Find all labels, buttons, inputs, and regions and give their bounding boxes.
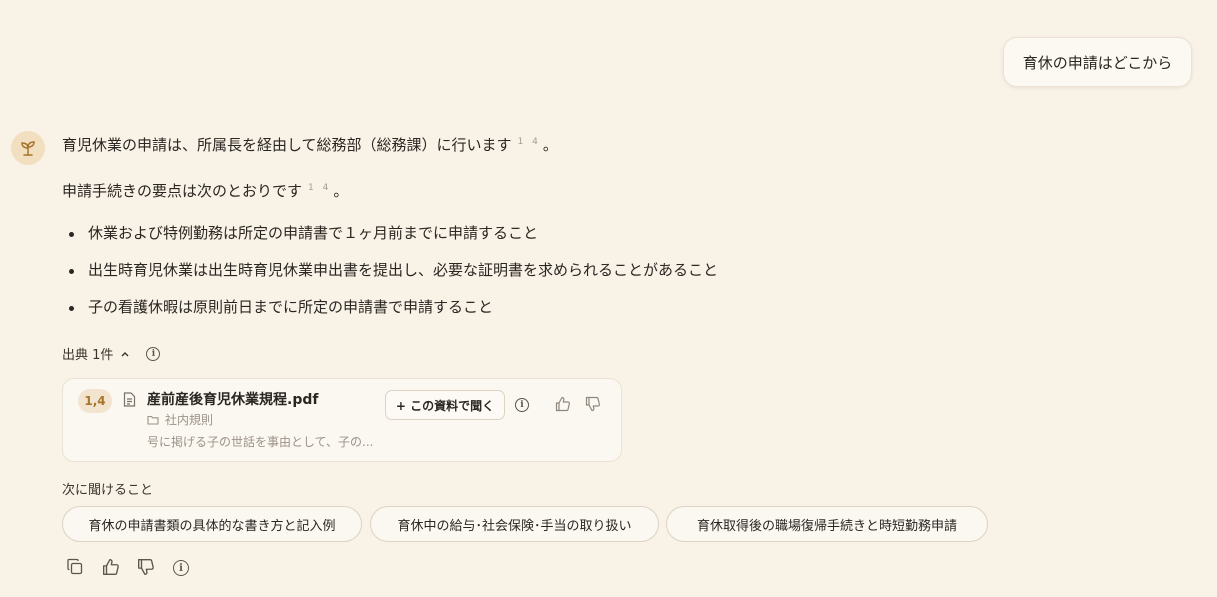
folder-name: 社内規則 [165, 413, 214, 427]
source-folder: 社内規則 [147, 411, 213, 428]
suggestion-chip[interactable]: 育休の申請書類の具体的な書き方と記入例 [62, 506, 362, 542]
thumbs-down-icon[interactable] [137, 558, 155, 576]
info-icon[interactable]: i [515, 398, 529, 412]
suggestion-chip[interactable]: 育休中の給与･社会保険･手当の取り扱い [370, 506, 659, 542]
answer-bullet-list: 休業および特例勤務は所定の申請書で１ヶ月前までに申請すること 出生時育児休業は出… [62, 222, 718, 333]
suggestion-chip[interactable]: 育休取得後の職場復帰手続きと時短勤務申請 [666, 506, 988, 542]
source-snippet: 号に掲げる子の世話を事由として、子の... [147, 435, 374, 449]
bullet-item: 子の看護休暇は原則前日までに所定の申請書で申請すること [62, 296, 718, 333]
copy-icon[interactable] [66, 558, 84, 576]
user-message-bubble: 育休の申請はどこから [1003, 37, 1192, 87]
next-questions-label: 次に聞けること [62, 483, 154, 498]
info-icon[interactable]: i [173, 560, 189, 576]
sources-toggle[interactable]: 出典 1件 i [62, 344, 161, 363]
citation-refs[interactable]: 1 4 [518, 137, 541, 147]
ask-with-document-button[interactable]: + この資料で聞く [385, 390, 505, 420]
answer-paragraph-2: 申請手続きの要点は次のとおりです 1 4。 [62, 177, 348, 202]
source-card[interactable]: 1,4 産前産後育児休業規程.pdf 社内規則 号に掲げる子の世話を事由として、… [62, 378, 622, 462]
citation-refs[interactable]: 1 4 [308, 183, 331, 193]
answer-text: 育児休業の申請は、所属長を経由して総務部（総務課）に行います [62, 136, 512, 154]
sprout-icon [21, 141, 35, 156]
source-title[interactable]: 産前産後育児休業規程.pdf [147, 389, 318, 409]
answer-punct: 。 [542, 136, 558, 154]
folder-icon [147, 415, 159, 425]
chevron-up-icon [121, 351, 129, 356]
sources-toggle-label: 出典 1件 [62, 348, 114, 363]
answer-text: 申請手続きの要点は次のとおりです [62, 182, 303, 200]
assistant-avatar [11, 131, 45, 165]
user-message-text: 育休の申請はどこから [1022, 53, 1173, 72]
bullet-item: 出生時育児休業は出生時育児休業申出書を提出し、必要な証明書を求められることがある… [62, 259, 718, 296]
bullet-item: 休業および特例勤務は所定の申請書で１ヶ月前までに申請すること [62, 222, 718, 259]
answer-paragraph-1: 育児休業の申請は、所属長を経由して総務部（総務課）に行います 1 4。 [62, 131, 558, 156]
document-icon [123, 392, 136, 407]
citation-badge: 1,4 [78, 389, 112, 413]
info-icon[interactable]: i [146, 346, 161, 361]
thumbs-up-icon[interactable] [102, 558, 120, 576]
answer-punct: 。 [333, 182, 349, 200]
thumbs-down-icon[interactable] [585, 396, 601, 412]
thumbs-up-icon[interactable] [555, 396, 571, 412]
